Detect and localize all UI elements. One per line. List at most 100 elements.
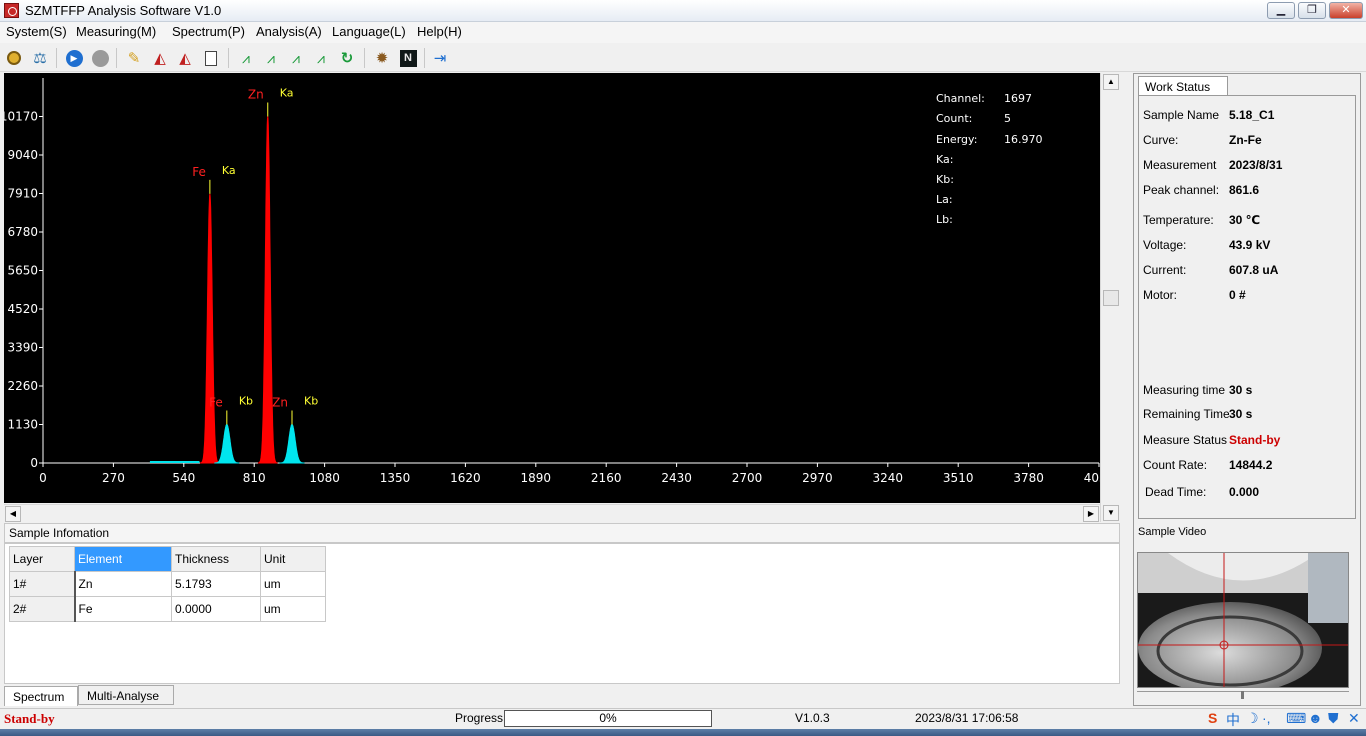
dead-time-value: 0.000 bbox=[1229, 485, 1260, 499]
peak-element-label: Zn bbox=[248, 88, 264, 102]
exit-icon[interactable]: ⇥ bbox=[430, 48, 450, 68]
curve-label: Curve: bbox=[1143, 133, 1179, 147]
x-tick-label: 270 bbox=[102, 471, 125, 485]
peak-element-label: Zn bbox=[272, 396, 288, 410]
column-header-unit[interactable]: Unit bbox=[260, 546, 326, 572]
vertical-scrollbar[interactable]: ▲ ▼ bbox=[1100, 73, 1120, 522]
current-label: Current: bbox=[1143, 263, 1187, 277]
column-header-thickness[interactable]: Thickness bbox=[171, 546, 261, 572]
thickness-cell[interactable]: 0.0000 bbox=[171, 596, 261, 622]
spectrum-plot[interactable]: 0 1130 2260 3390 4520 5650 6780 7910 9040 10170 0 2… bbox=[4, 73, 1100, 503]
terminal-icon[interactable]: N bbox=[398, 48, 418, 68]
thickness-cell[interactable]: 5.1793 bbox=[171, 571, 261, 597]
peak-icon[interactable]: ⩘ bbox=[236, 48, 256, 68]
voltage-value: 43.9 kV bbox=[1229, 238, 1271, 252]
y-tick-label: 0 bbox=[30, 456, 38, 470]
menu-language[interactable]: Language(L) bbox=[332, 24, 406, 39]
progress-label: Progress: bbox=[455, 711, 507, 725]
ime-moon-icon[interactable]: ☽ bbox=[1246, 710, 1259, 727]
ime-tools-icon[interactable]: ✕ bbox=[1348, 710, 1360, 727]
readout-count-value: 5 bbox=[1004, 112, 1011, 125]
ime-shirt-icon[interactable]: ⛊ bbox=[1328, 710, 1339, 727]
column-header-layer[interactable]: Layer bbox=[9, 546, 75, 572]
x-tick-label: 540 bbox=[172, 471, 195, 485]
scroll-left-arrow-icon[interactable]: ◀ bbox=[5, 506, 21, 522]
scroll-thumb[interactable] bbox=[1103, 290, 1119, 306]
spectrum-red-2-icon[interactable]: ◭ bbox=[175, 48, 195, 68]
peak-3-icon[interactable]: ⩘ bbox=[286, 48, 306, 68]
dead-time-label: Dead Time: bbox=[1145, 485, 1207, 499]
peak-4-icon[interactable]: ⩘ bbox=[311, 48, 331, 68]
menu-analysis[interactable]: Analysis(A) bbox=[256, 24, 322, 39]
open-file-icon[interactable]: ✎ bbox=[124, 48, 144, 68]
measuring-time-label: Measuring time bbox=[1143, 383, 1226, 397]
stop-icon[interactable] bbox=[90, 48, 110, 68]
video-slider-thumb[interactable] bbox=[1241, 691, 1244, 699]
sample-info-table: Layer Element Thickness Unit 1# Zn 5.179… bbox=[9, 546, 326, 622]
scroll-down-arrow-icon[interactable]: ▼ bbox=[1103, 505, 1119, 521]
title-bar: SZMTFFP Analysis Software V1.0 ▁ ❐ ✕ bbox=[0, 0, 1366, 22]
taskbar bbox=[0, 729, 1366, 736]
peak-element-label: Fe bbox=[209, 396, 223, 410]
menu-system[interactable]: System(S) bbox=[6, 24, 67, 39]
table-row[interactable]: 1# Zn 5.1793 um bbox=[9, 571, 326, 597]
refresh-icon[interactable]: ↻ bbox=[337, 48, 357, 68]
peak-line-label: Ka bbox=[280, 87, 294, 100]
ime-logo-icon[interactable]: S bbox=[1208, 710, 1217, 726]
toolbar-separator bbox=[228, 48, 229, 68]
close-button[interactable]: ✕ bbox=[1329, 2, 1363, 19]
unit-cell[interactable]: um bbox=[260, 571, 326, 597]
temperature-label: Temperature: bbox=[1143, 213, 1214, 227]
toolbar-separator bbox=[424, 48, 425, 68]
menu-spectrum[interactable]: Spectrum(P) bbox=[172, 24, 245, 39]
element-cell[interactable]: Zn bbox=[74, 571, 172, 597]
document-icon[interactable] bbox=[201, 48, 221, 68]
layer-cell[interactable]: 2# bbox=[9, 596, 76, 622]
measurement-label: Measurement bbox=[1143, 158, 1217, 172]
count-rate-label: Count Rate: bbox=[1143, 458, 1208, 472]
settings-icon[interactable] bbox=[4, 48, 24, 68]
x-tick-label: 2970 bbox=[802, 471, 833, 485]
tab-multi-analyse[interactable]: Multi-Analyse bbox=[78, 685, 174, 705]
menu-help[interactable]: Help(H) bbox=[417, 24, 462, 39]
x-tick-label: 2430 bbox=[661, 471, 692, 485]
curve-value: Zn-Fe bbox=[1229, 133, 1262, 147]
column-header-element[interactable]: Element bbox=[74, 546, 172, 572]
ime-keyboard-icon[interactable]: ⌨ bbox=[1286, 710, 1306, 727]
tab-spectrum[interactable]: Spectrum bbox=[4, 686, 78, 706]
measuring-time-value: 30 s bbox=[1229, 383, 1253, 397]
sample-info-panel: Layer Element Thickness Unit 1# Zn 5.179… bbox=[4, 543, 1120, 684]
peak-fe-ka bbox=[200, 193, 220, 464]
scroll-right-arrow-icon[interactable]: ▶ bbox=[1083, 506, 1099, 522]
horizontal-scrollbar[interactable]: ◀ ▶ bbox=[4, 504, 1100, 522]
unit-cell[interactable]: um bbox=[260, 596, 326, 622]
play-icon[interactable]: ▶ bbox=[64, 48, 84, 68]
peak-channel-label: Peak channel: bbox=[1143, 183, 1220, 197]
gear-star-icon[interactable]: ✹ bbox=[372, 48, 392, 68]
sample-name-value: 5.18_C1 bbox=[1229, 108, 1275, 122]
tab-work-status[interactable]: Work Status bbox=[1138, 76, 1228, 96]
scroll-up-arrow-icon[interactable]: ▲ bbox=[1103, 74, 1119, 90]
readout-lb-label: Lb: bbox=[936, 213, 953, 226]
minimize-button[interactable]: ▁ bbox=[1267, 2, 1295, 19]
x-tick-label: 3510 bbox=[943, 471, 974, 485]
ime-punct-icon[interactable]: ·, bbox=[1262, 710, 1271, 726]
version-label: V1.0.3 bbox=[795, 711, 830, 725]
spectrum-red-icon[interactable]: ◭ bbox=[150, 48, 170, 68]
maximize-button[interactable]: ❐ bbox=[1298, 2, 1326, 19]
sample-info-header: Sample Infomation bbox=[4, 523, 1120, 543]
element-cell[interactable]: Fe bbox=[74, 596, 172, 622]
ime-chinese-icon[interactable]: 中 bbox=[1226, 710, 1240, 730]
peak-element-label: Fe bbox=[192, 165, 206, 179]
video-slider[interactable] bbox=[1137, 691, 1349, 701]
sample-video-feed[interactable] bbox=[1137, 552, 1349, 688]
ime-user-icon[interactable]: ☻ bbox=[1308, 710, 1323, 726]
layer-cell[interactable]: 1# bbox=[9, 571, 76, 597]
sample-video-label: Sample Video bbox=[1138, 526, 1207, 538]
balance-icon[interactable]: ⚖ bbox=[30, 48, 50, 68]
menu-measuring[interactable]: Measuring(M) bbox=[76, 24, 156, 39]
peak-2-icon[interactable]: ⩘ bbox=[261, 48, 281, 68]
work-status-panel: Work Status Sample Name 5.18_C1 Curve: Z… bbox=[1133, 73, 1361, 706]
table-row[interactable]: 2# Fe 0.0000 um bbox=[9, 596, 326, 622]
video-image bbox=[1138, 553, 1348, 687]
